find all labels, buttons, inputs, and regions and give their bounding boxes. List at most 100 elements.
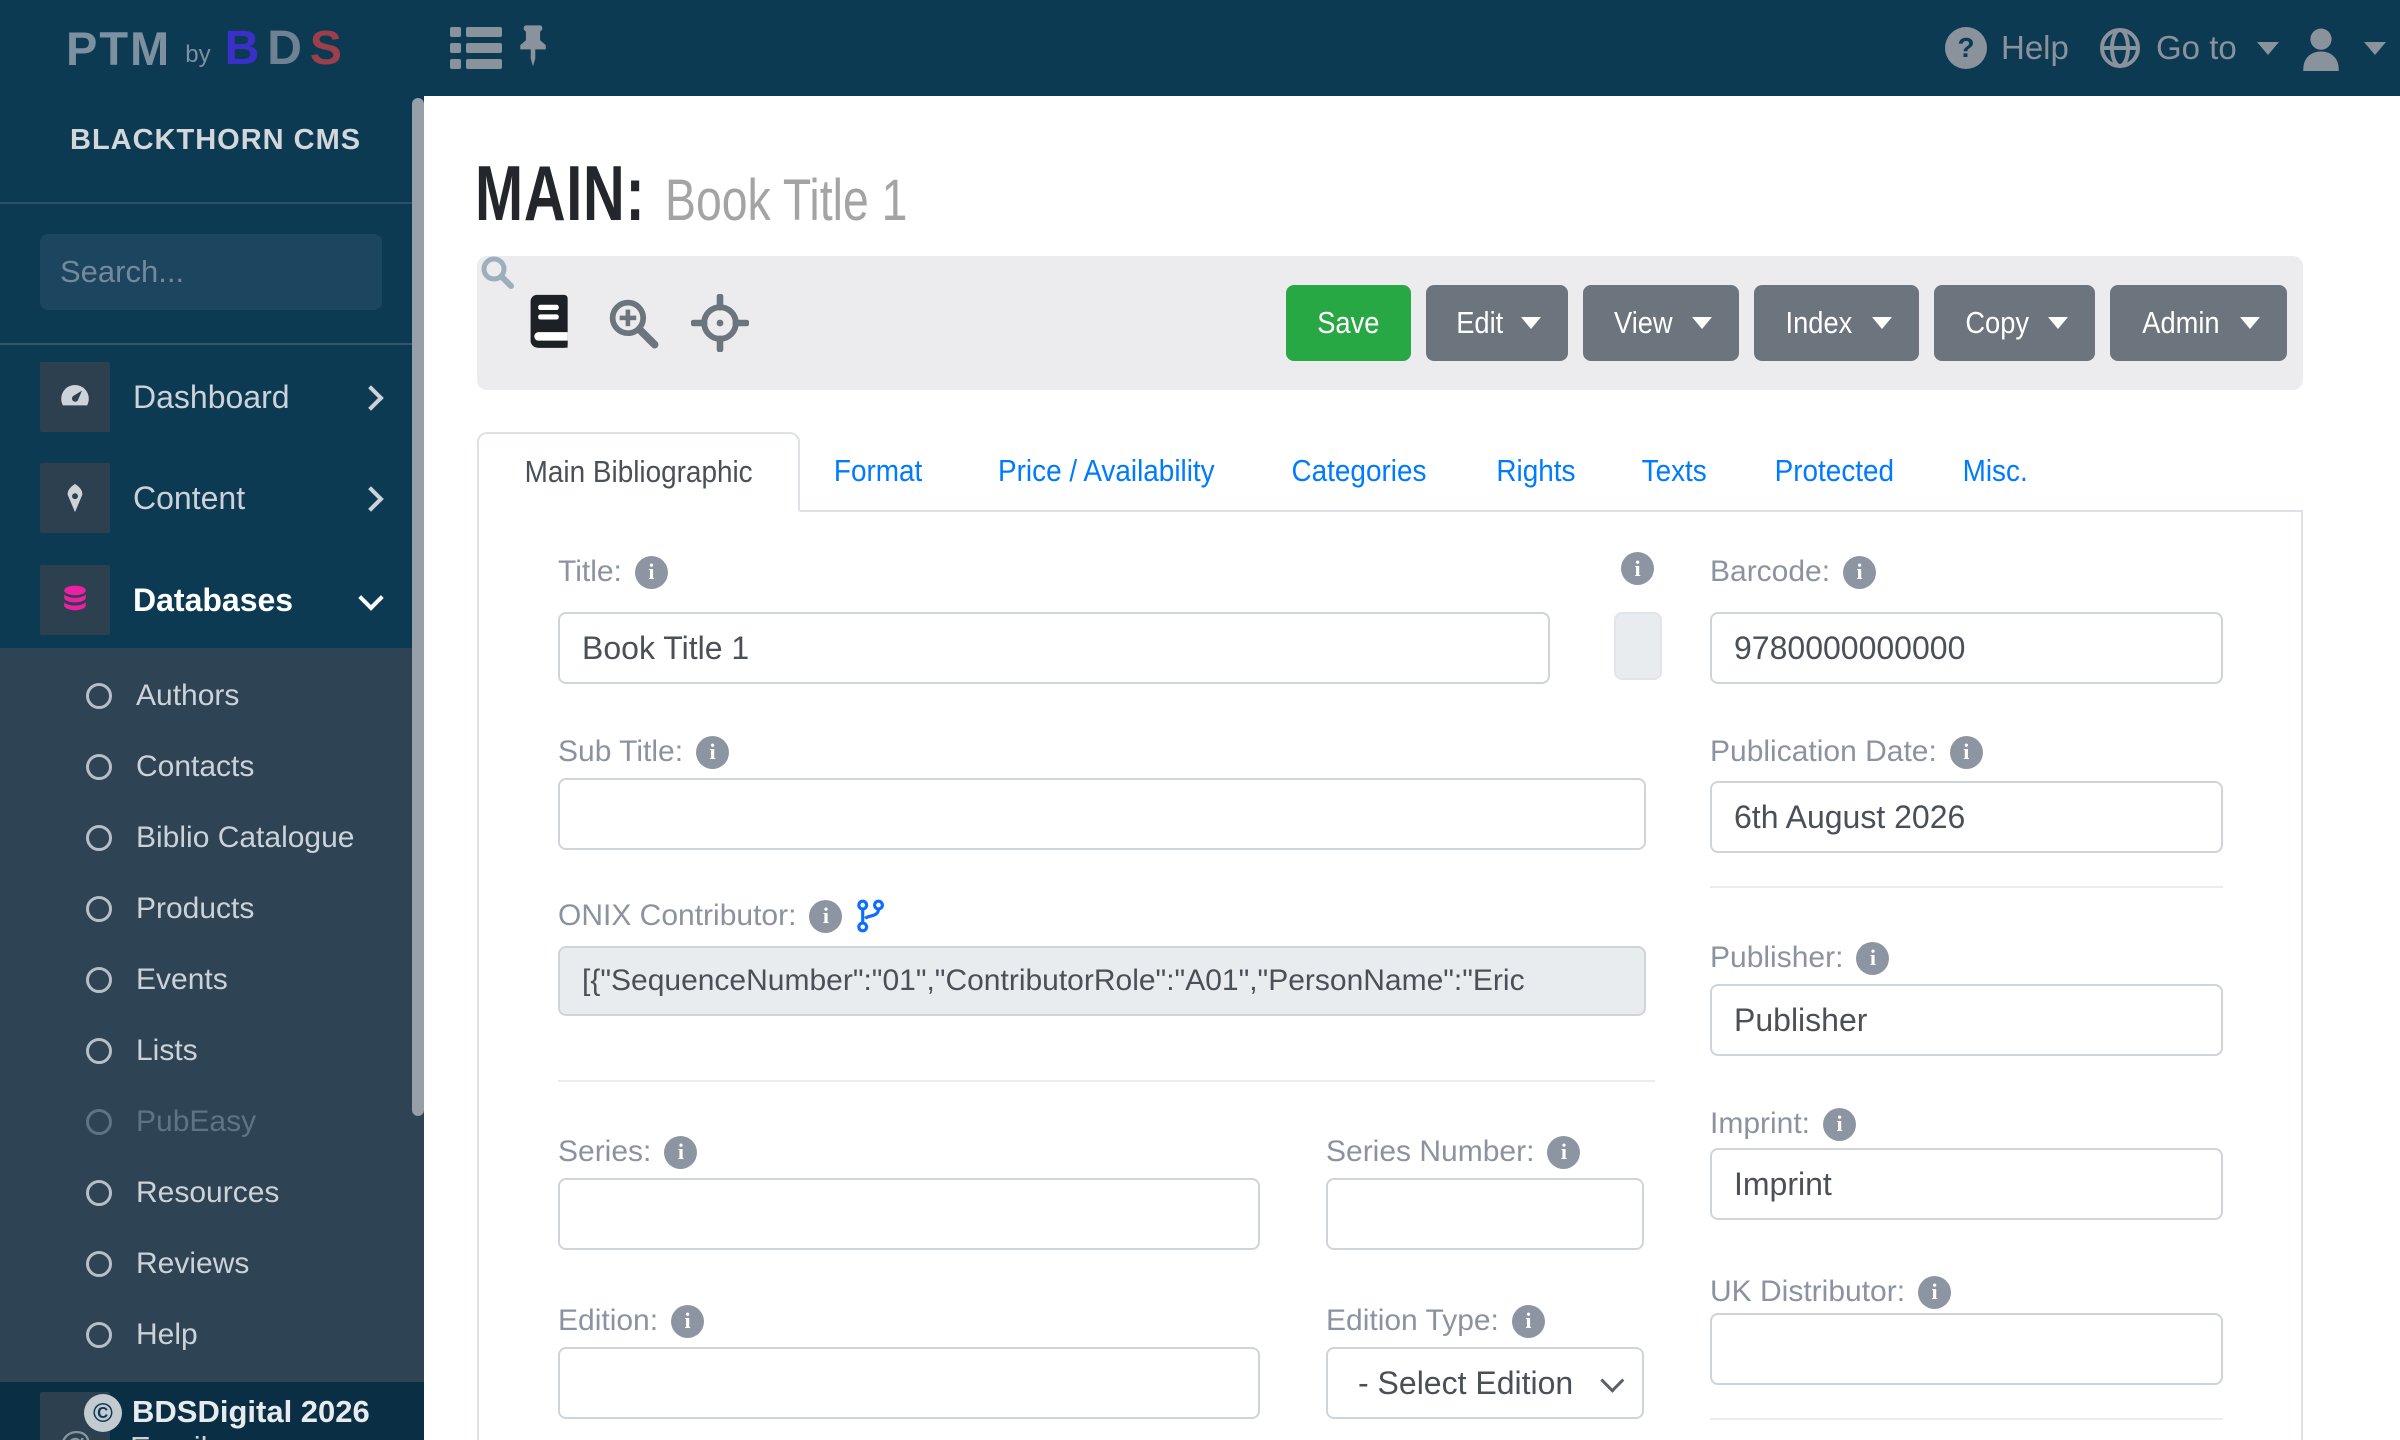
- tab-rights[interactable]: Rights: [1463, 432, 1609, 510]
- user-caret-icon: [2364, 41, 2386, 55]
- list-view-icon[interactable]: [450, 0, 502, 96]
- sidebar-item-products[interactable]: Products: [0, 873, 424, 944]
- goto-menu[interactable]: Go to: [2098, 0, 2279, 96]
- circle-icon: [86, 1321, 112, 1348]
- pin-icon[interactable]: [516, 0, 550, 96]
- zoom-in-icon[interactable]: [605, 295, 661, 351]
- imprint-input[interactable]: [1710, 1148, 2223, 1220]
- sidebar-item-help[interactable]: Help: [0, 1299, 424, 1370]
- circle-icon: [86, 1179, 112, 1206]
- label-text: Publisher:: [1710, 941, 1844, 974]
- series-input[interactable]: [558, 1178, 1260, 1250]
- info-glyph: i: [1869, 945, 1876, 970]
- tab-label: Price / Availability: [997, 453, 1215, 488]
- publisher-input[interactable]: [1710, 984, 2223, 1056]
- label-text: UK Distributor:: [1710, 1275, 1906, 1308]
- info-glyph: i: [1856, 559, 1863, 584]
- info-icon[interactable]: i: [1843, 555, 1877, 589]
- app-logo[interactable]: PTM by B D S: [66, 0, 342, 96]
- info-icon[interactable]: i: [1547, 1135, 1581, 1169]
- info-icon[interactable]: i: [1511, 1304, 1545, 1338]
- tab-label: Misc.: [1962, 453, 2028, 488]
- sidebar-item-dashboard[interactable]: Dashboard: [0, 362, 424, 432]
- info-icon[interactable]: i: [1856, 941, 1890, 975]
- sidebar-item-contacts[interactable]: Contacts: [0, 731, 424, 802]
- info-icon[interactable]: i: [671, 1304, 705, 1338]
- book-icon[interactable]: [523, 294, 575, 352]
- sidebar-scrollbar-thumb[interactable]: [412, 98, 424, 1116]
- crosshair-icon[interactable]: [691, 294, 749, 352]
- copy-menu-button[interactable]: Copy: [1933, 285, 2096, 361]
- logo-by: by: [185, 41, 211, 68]
- search-icon[interactable]: [479, 254, 515, 290]
- sidebar-item-resources[interactable]: Resources: [0, 1157, 424, 1228]
- info-icon[interactable]: i: [634, 555, 668, 589]
- info-icon[interactable]: i: [809, 899, 843, 933]
- user-menu[interactable]: [2298, 0, 2386, 96]
- chevron-right-icon: [358, 385, 384, 411]
- sidebar-item-pubeasy[interactable]: PubEasy: [0, 1086, 424, 1157]
- sidebar-item-label: Dashboard: [133, 378, 290, 415]
- sidebar-item-reviews[interactable]: Reviews: [0, 1228, 424, 1299]
- edit-menu-button[interactable]: Edit: [1425, 285, 1569, 361]
- sidebar-item-authors[interactable]: Authors: [0, 660, 424, 731]
- page-title-prefix: MAIN:: [475, 149, 646, 237]
- info-glyph: i: [1560, 1139, 1567, 1164]
- save-button[interactable]: Save: [1286, 285, 1411, 361]
- title-input[interactable]: [558, 612, 1550, 684]
- admin-menu-button[interactable]: Admin: [2110, 285, 2287, 361]
- barcode-field-label: Barcode: i: [1710, 552, 1877, 592]
- submenu-label: Reviews: [136, 1246, 250, 1280]
- sidebar: BLACKTHORN CMS Dashboard: [0, 96, 514, 1440]
- form-divider: [558, 1080, 1655, 1082]
- info-icon[interactable]: i: [1621, 552, 1654, 585]
- chevron-down-icon: [1600, 1368, 1625, 1393]
- caret-down-icon: [2048, 317, 2069, 329]
- index-menu-button[interactable]: Index: [1753, 285, 1919, 361]
- label-text: Sub Title:: [558, 735, 684, 768]
- tab-misc[interactable]: Misc.: [1930, 432, 2060, 510]
- tab-categories[interactable]: Categories: [1255, 432, 1463, 510]
- uk-distributor-input[interactable]: [1710, 1313, 2223, 1385]
- tab-protected[interactable]: Protected: [1739, 432, 1930, 510]
- info-icon[interactable]: i: [1823, 1107, 1857, 1141]
- info-glyph: i: [648, 559, 655, 584]
- tab-price-availability[interactable]: Price / Availability: [957, 432, 1256, 510]
- info-icon[interactable]: i: [696, 735, 730, 769]
- sidebar-item-databases[interactable]: Databases: [0, 565, 424, 635]
- logo-s: S: [309, 21, 342, 75]
- tab-format[interactable]: Format: [800, 432, 956, 510]
- admin-label: Admin: [2142, 305, 2220, 340]
- copy-label: Copy: [1965, 305, 2029, 340]
- circle-icon: [86, 753, 112, 780]
- sidebar-item-events[interactable]: Events: [0, 944, 424, 1015]
- edition-type-label: Edition Type: i: [1326, 1301, 1545, 1341]
- logo-b: B: [224, 21, 260, 75]
- edition-type-select[interactable]: - Select Edition: [1326, 1347, 1644, 1419]
- tab-texts[interactable]: Texts: [1609, 432, 1739, 510]
- series-number-input[interactable]: [1326, 1178, 1644, 1250]
- submenu-label: Resources: [136, 1175, 280, 1209]
- barcode-input[interactable]: [1710, 612, 2223, 684]
- info-icon[interactable]: i: [664, 1135, 698, 1169]
- tab-main-bibliographic[interactable]: Main Bibliographic: [477, 432, 801, 512]
- subtitle-input[interactable]: [558, 778, 1646, 850]
- sidebar-item-biblio-catalogue[interactable]: Biblio Catalogue: [0, 802, 424, 873]
- help-icon: ?: [1945, 27, 1987, 69]
- tab-label: Categories: [1291, 453, 1427, 488]
- info-glyph: i: [1931, 1279, 1938, 1304]
- onix-contributor-input[interactable]: [558, 946, 1646, 1016]
- sidebar-item-content[interactable]: Content: [0, 463, 424, 533]
- info-icon[interactable]: i: [1918, 1275, 1952, 1309]
- info-icon[interactable]: i: [1949, 735, 1983, 769]
- index-label: Index: [1785, 305, 1853, 340]
- sidebar-item-lists[interactable]: Lists: [0, 1015, 424, 1086]
- form-divider: [1710, 1418, 2223, 1420]
- publication-date-input[interactable]: [1710, 781, 2223, 853]
- dashboard-icon-box: [40, 362, 110, 432]
- code-branch-icon[interactable]: [855, 899, 885, 933]
- footer-email-link[interactable]: Email: [130, 1430, 208, 1440]
- help-menu[interactable]: ? Help: [1945, 0, 2069, 96]
- edition-input[interactable]: [558, 1347, 1260, 1419]
- view-menu-button[interactable]: View: [1583, 285, 1739, 361]
